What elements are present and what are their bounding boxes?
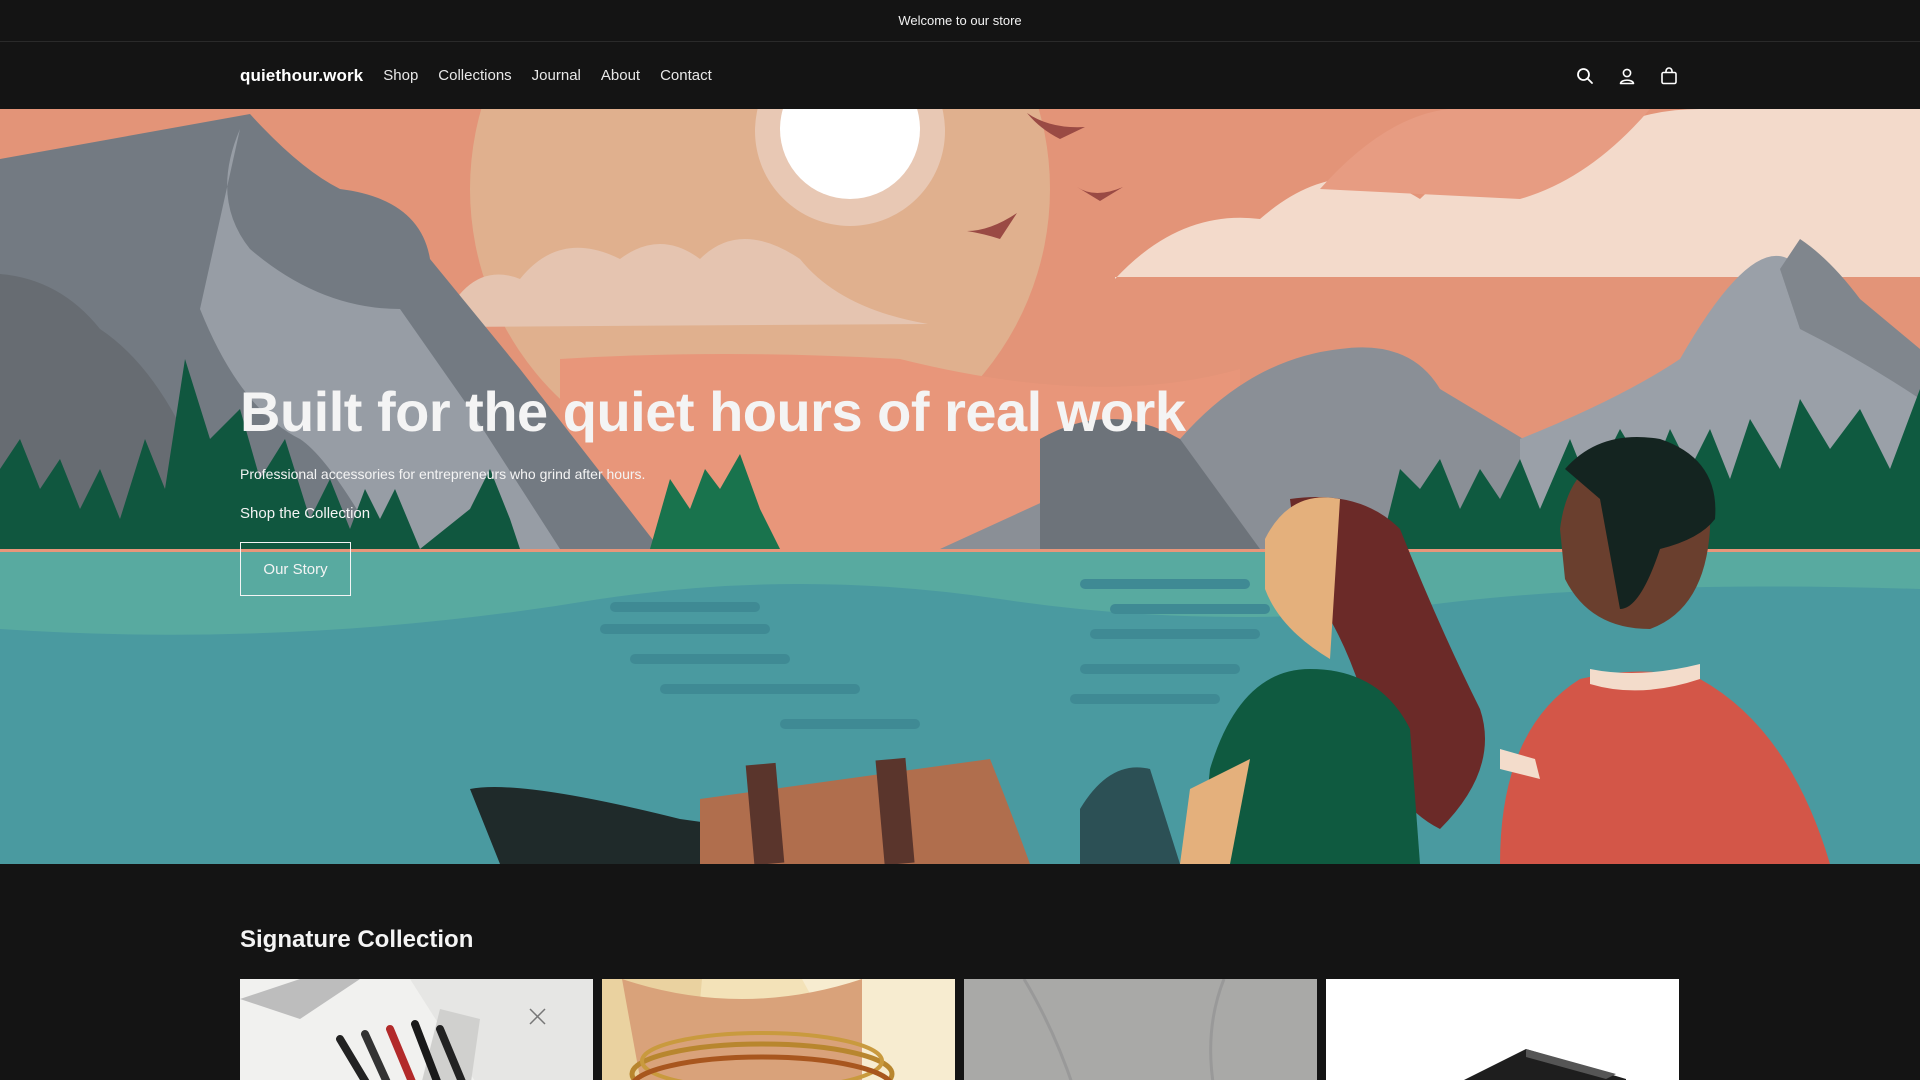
- bracelets-image: [602, 979, 955, 1080]
- nav-collections[interactable]: Collections: [438, 67, 511, 84]
- site-header: quiethour.work Shop Collections Journal …: [0, 42, 1920, 109]
- main-nav: Shop Collections Journal About Contact: [383, 67, 732, 84]
- product-card-dark[interactable]: [1326, 979, 1679, 1080]
- hero-title: Built for the quiet hours of real work: [240, 380, 1186, 443]
- product-card-bracelets[interactable]: [602, 979, 955, 1080]
- hero-banner: Built for the quiet hours of real work P…: [0, 109, 1920, 864]
- nav-about[interactable]: About: [601, 67, 640, 84]
- hero-content: Built for the quiet hours of real work P…: [240, 371, 1186, 597]
- product-grid: [240, 979, 1680, 1080]
- signature-collection-section: Signature Collection: [0, 864, 1920, 1080]
- nav-journal[interactable]: Journal: [532, 67, 581, 84]
- our-story-button[interactable]: Our Story: [240, 542, 351, 597]
- site-logo[interactable]: quiethour.work: [240, 66, 363, 86]
- search-icon[interactable]: [1574, 65, 1596, 87]
- dark-product-image: [1326, 979, 1679, 1080]
- announcement-text: Welcome to our store: [898, 13, 1022, 28]
- hero-subtitle: Professional accessories for entrepreneu…: [240, 466, 646, 483]
- grey-item-image: [964, 979, 1317, 1080]
- product-card-pens[interactable]: [240, 979, 593, 1080]
- pens-image: [240, 979, 593, 1080]
- nav-contact[interactable]: Contact: [660, 67, 712, 84]
- header-icons: [1574, 42, 1680, 109]
- account-icon[interactable]: [1616, 65, 1638, 87]
- product-card-grey[interactable]: [964, 979, 1317, 1080]
- cart-icon[interactable]: [1658, 65, 1680, 87]
- shop-collection-link[interactable]: Shop the Collection: [240, 505, 1186, 522]
- nav-shop[interactable]: Shop: [383, 67, 418, 84]
- section-title: Signature Collection: [240, 926, 474, 953]
- announcement-bar: Welcome to our store: [0, 0, 1920, 42]
